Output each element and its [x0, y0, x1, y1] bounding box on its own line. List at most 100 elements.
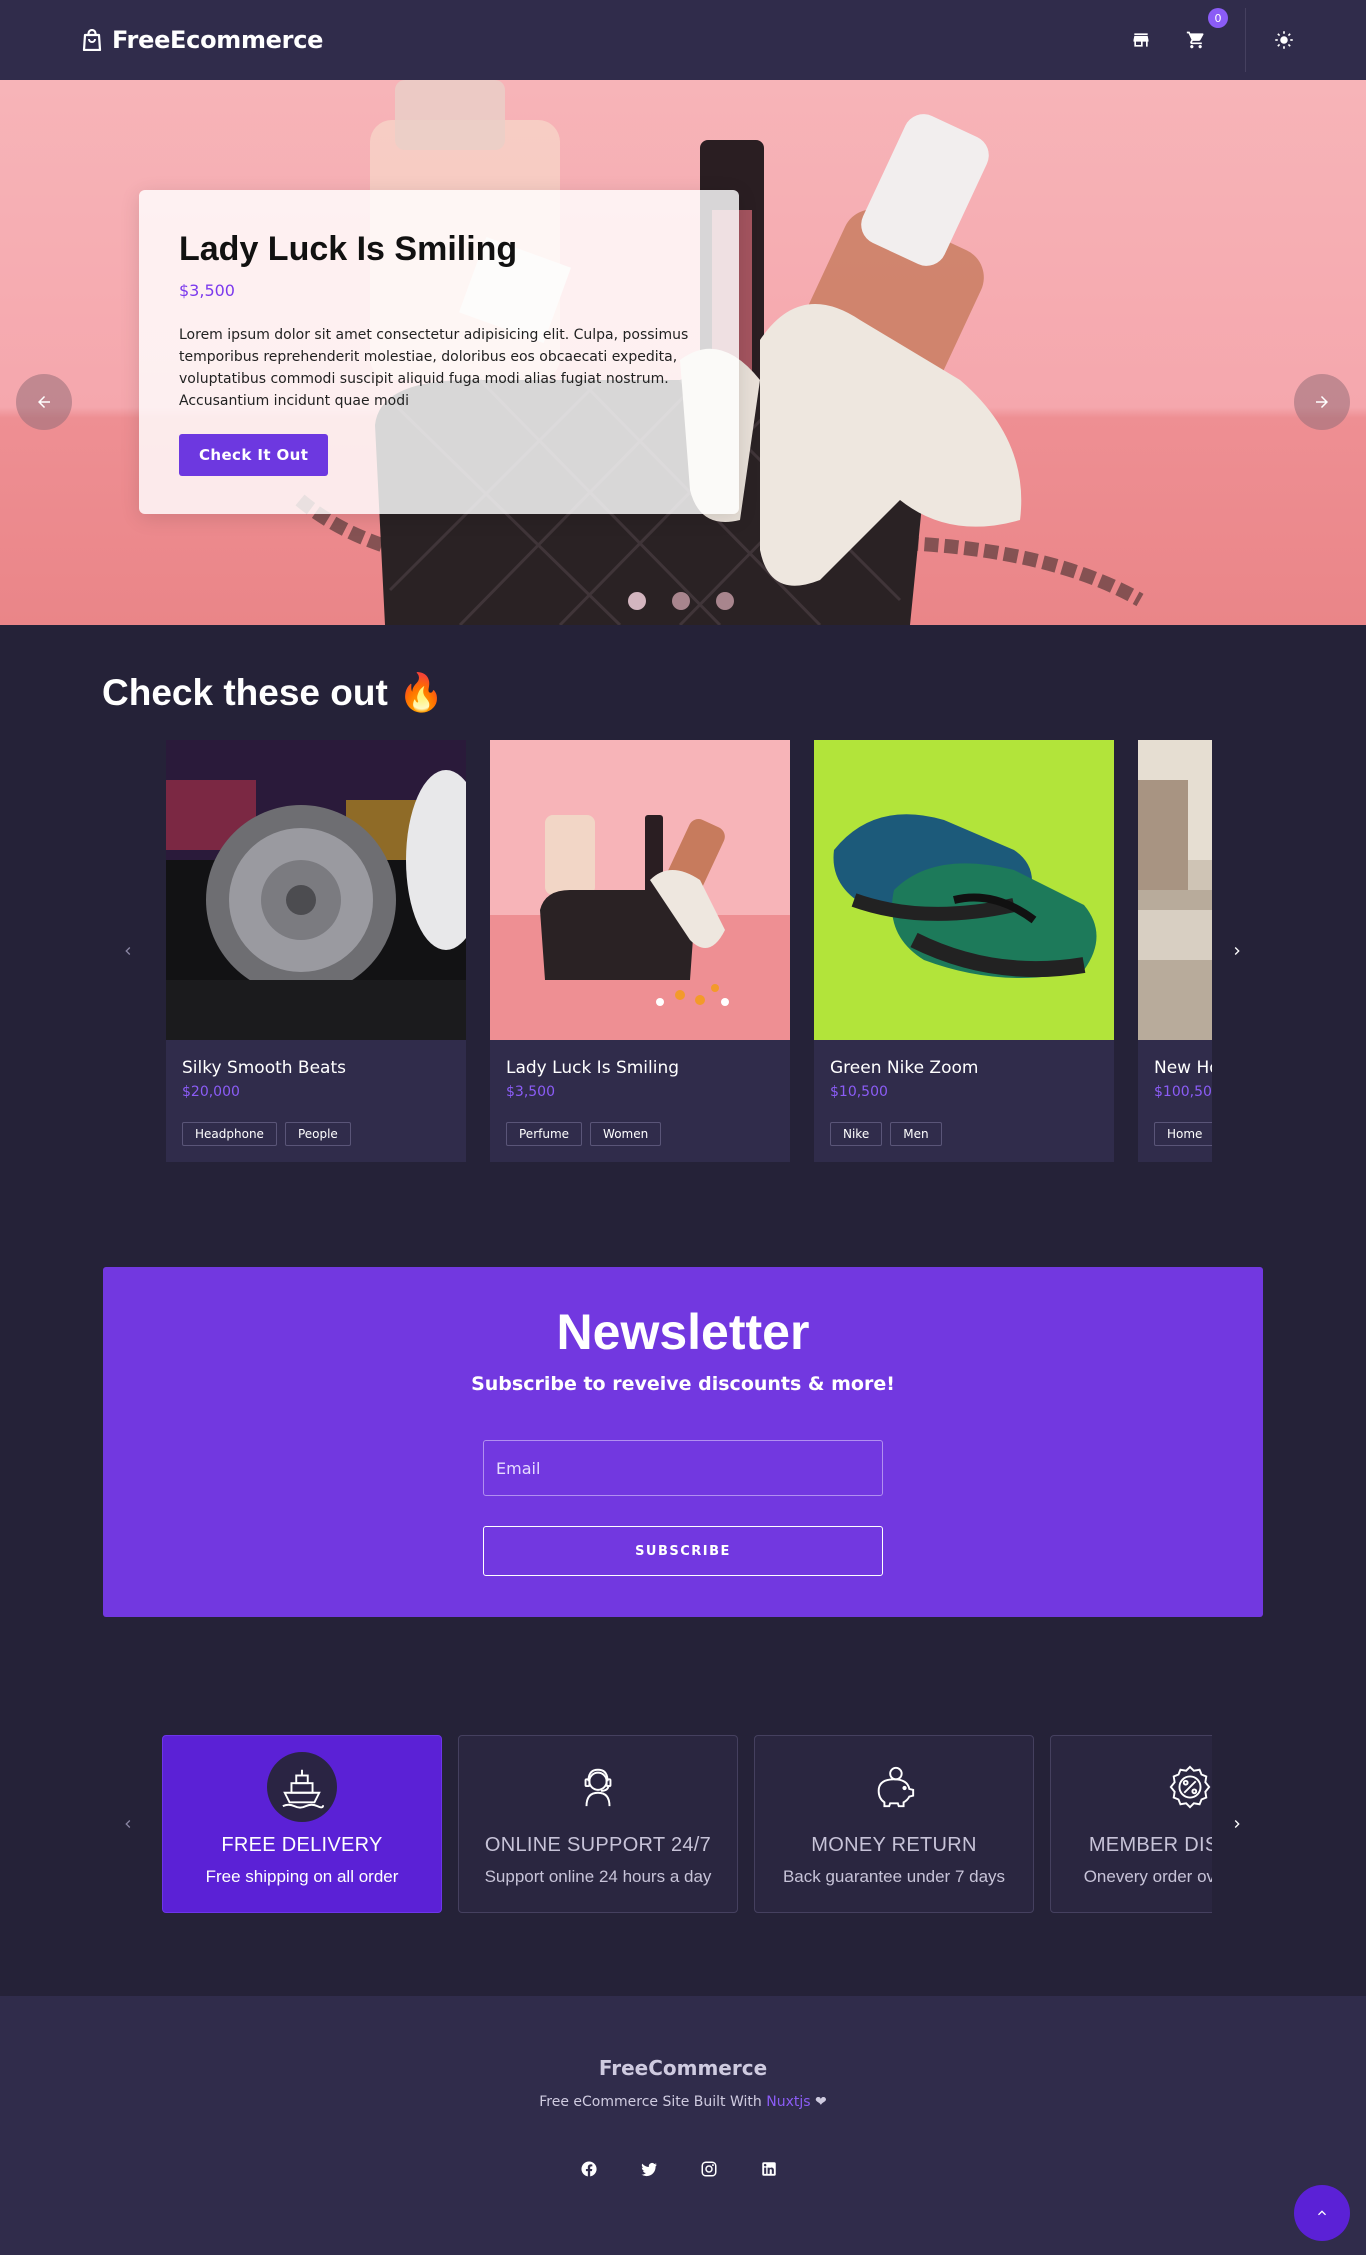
product-tag[interactable]: Women [590, 1122, 662, 1146]
product-tags: Nike Men [814, 1100, 1114, 1146]
product-tag[interactable]: Headphone [182, 1122, 277, 1146]
chevron-right-icon [1234, 947, 1240, 955]
feature-title: MEMBER DISCOUNT [1088, 1834, 1212, 1856]
products-next-button[interactable] [1223, 937, 1251, 965]
hero-title: Lady Luck Is Smiling [179, 230, 518, 268]
feature-card[interactable]: MEMBER DISCOUNT Onevery order over $120.… [1050, 1735, 1212, 1913]
twitter-icon [641, 2163, 657, 2177]
cart-icon [1186, 31, 1204, 49]
top-navbar: FreeEcommerce 0 [0, 0, 1366, 80]
product-card[interactable]: Green Nike Zoom $10,500 Nike Men [814, 740, 1114, 1162]
feature-title: MONEY RETURN [811, 1834, 977, 1856]
hero-prev-button[interactable] [16, 374, 72, 430]
piggy-bank-icon [859, 1752, 929, 1822]
product-tag[interactable]: People [284, 1122, 351, 1146]
product-tags: Home [1138, 1100, 1212, 1146]
product-card[interactable]: Lady Luck Is Smiling $3,500 Perfume Wome… [490, 740, 790, 1162]
chevron-left-icon [125, 1820, 131, 1828]
feature-card[interactable]: FREE DELIVERY Free shipping on all order [162, 1735, 442, 1913]
hero-dot-2[interactable] [672, 592, 690, 610]
hero-description: Lorem ipsum dolor sit amet consectetur a… [179, 327, 689, 409]
products-carousel: Silky Smooth Beats $20,000 Headphone Peo… [166, 740, 1212, 1164]
facebook-icon [581, 2161, 597, 2177]
feature-card[interactable]: MONEY RETURN Back guarantee under 7 days [754, 1735, 1034, 1913]
feature-description: Free shipping on all order [205, 1867, 399, 1886]
product-card[interactable]: New Home $100,500 Home [1138, 740, 1212, 1162]
hero-pagination [628, 592, 734, 610]
product-price: $100,500 [1154, 1084, 1212, 1100]
feature-description: Back guarantee under 7 days [782, 1867, 1006, 1886]
newsletter-section: Newsletter Subscribe to reveive discount… [103, 1267, 1263, 1617]
hero-next-button[interactable] [1294, 374, 1350, 430]
product-tag[interactable]: Home [1154, 1122, 1212, 1146]
hero-price: $3,500 [179, 281, 235, 300]
newsletter-subtitle: Subscribe to reveive discounts & more! [471, 1373, 895, 1395]
hero-dot-3[interactable] [716, 592, 734, 610]
product-name: Silky Smooth Beats [182, 1058, 346, 1078]
product-image [814, 740, 1114, 1040]
discount-badge-icon [1155, 1752, 1212, 1822]
store-button[interactable] [1127, 26, 1155, 54]
section-title: Check these out 🔥 [102, 672, 445, 713]
footer-tagline: Free eCommerce Site Built With Nuxtjs ❤ [0, 2094, 1366, 2110]
product-tag[interactable]: Nike [830, 1122, 883, 1146]
arrow-right-icon [1316, 396, 1328, 408]
chevron-right-icon [1234, 1820, 1240, 1828]
sun-icon [1275, 31, 1293, 49]
store-icon [1133, 33, 1149, 47]
brand-logo-link[interactable]: FreeEcommerce [82, 24, 323, 56]
footer-brand: FreeCommerce [598, 2056, 768, 2080]
product-name: Lady Luck Is Smiling [506, 1058, 680, 1078]
site-footer: FreeCommerce Free eCommerce Site Built W… [0, 1996, 1366, 2255]
email-input[interactable] [483, 1440, 883, 1496]
brand-name: FreeEcommerce [112, 26, 324, 54]
hero-slider: Lady Luck Is Smiling $3,500 Lorem ipsum … [0, 80, 1366, 625]
footer-tagline-text: Free eCommerce Site Built With [539, 2094, 762, 2110]
newsletter-title: Newsletter [556, 1304, 810, 1360]
social-links [580, 2160, 778, 2178]
features-carousel: FREE DELIVERY Free shipping on all order… [162, 1735, 1212, 1915]
cart-count-badge: 0 [1208, 8, 1228, 28]
product-image [1138, 740, 1212, 1040]
instagram-link[interactable] [700, 2160, 718, 2178]
product-image [490, 740, 790, 1040]
product-name: Green Nike Zoom [830, 1058, 979, 1078]
heart-icon: ❤ [815, 2094, 827, 2110]
header-divider [1245, 8, 1246, 72]
theme-toggle-button[interactable] [1270, 26, 1298, 54]
product-name: New Home [1154, 1058, 1212, 1078]
products-prev-button[interactable] [114, 937, 142, 965]
product-price: $10,500 [830, 1084, 888, 1100]
linkedin-link[interactable] [760, 2160, 778, 2178]
twitter-link[interactable] [640, 2160, 658, 2178]
feature-description: Support online 24 hours a day [484, 1867, 712, 1886]
nuxtjs-link[interactable]: Nuxtjs [766, 2094, 810, 2110]
cart-button[interactable] [1182, 26, 1210, 54]
features-next-button[interactable] [1223, 1810, 1251, 1838]
instagram-icon [701, 2161, 717, 2177]
features-prev-button[interactable] [114, 1810, 142, 1838]
hero-caption-card: Lady Luck Is Smiling $3,500 Lorem ipsum … [139, 190, 739, 514]
product-tags: Headphone People [166, 1100, 466, 1146]
support-agent-icon [563, 1752, 633, 1822]
feature-title: FREE DELIVERY [221, 1834, 383, 1856]
ship-icon [267, 1752, 337, 1822]
chevron-left-icon [125, 947, 131, 955]
product-tag[interactable]: Perfume [506, 1122, 583, 1146]
linkedin-icon [762, 2162, 776, 2176]
feature-title: ONLINE SUPPORT 24/7 [484, 1834, 712, 1856]
product-tags: Perfume Women [490, 1100, 790, 1146]
check-it-out-button[interactable]: Check It Out [179, 434, 329, 476]
subscribe-button[interactable]: SUBSCRIBE [483, 1526, 883, 1576]
product-tag[interactable]: Men [890, 1122, 942, 1146]
product-card[interactable]: Silky Smooth Beats $20,000 Headphone Peo… [166, 740, 466, 1162]
feature-card[interactable]: ONLINE SUPPORT 24/7 Support online 24 ho… [458, 1735, 738, 1913]
chevron-up-icon [1318, 2210, 1326, 2216]
product-price: $3,500 [506, 1084, 555, 1100]
hero-dot-1[interactable] [628, 592, 646, 610]
product-image [166, 740, 466, 1040]
scroll-to-top-button[interactable] [1294, 2185, 1350, 2241]
facebook-link[interactable] [580, 2160, 598, 2178]
feature-description: Onevery order over $120.00 [1083, 1867, 1212, 1886]
shopping-bag-icon [82, 29, 102, 51]
